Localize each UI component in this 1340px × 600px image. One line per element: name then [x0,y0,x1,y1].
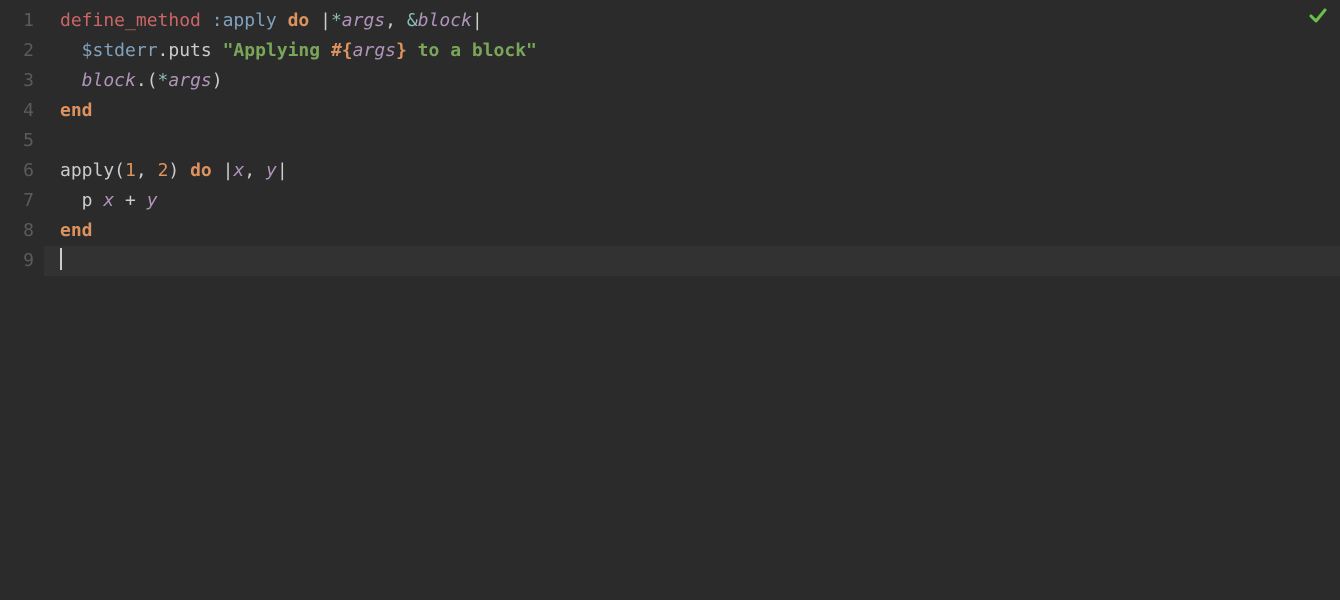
line-number: 3 [0,66,34,96]
code-line[interactable] [60,126,1340,156]
token-param: args [353,40,396,61]
token-number: 1 [125,160,136,181]
line-gutter: 1 2 3 4 5 6 7 8 9 [0,0,44,600]
line-number: 6 [0,156,34,186]
code-line[interactable]: $stderr.puts "Applying #{args} to a bloc… [60,36,1340,66]
token-operator: * [331,10,342,31]
token-plain: | [277,160,288,181]
token-number: 2 [158,160,169,181]
line-number: 8 [0,216,34,246]
token-operator: * [158,70,169,91]
token-global: $stderr [60,40,158,61]
line-number: 5 [0,126,34,156]
token-param: y [147,190,158,211]
token-keyword: end [60,100,93,121]
token-keyword: do [179,160,212,181]
text-cursor [60,248,62,270]
token-plain: apply( [60,160,125,181]
token-plain: + [114,190,147,211]
token-plain: .puts [158,40,212,61]
token-operator: & [407,10,418,31]
token-keyword: end [60,220,93,241]
code-line[interactable]: end [60,96,1340,126]
token-plain: p [60,190,103,211]
code-line[interactable]: block.(*args) [60,66,1340,96]
code-line[interactable]: apply(1, 2) do |x, y| [60,156,1340,186]
token-plain: .( [136,70,158,91]
token-plain: | [472,10,483,31]
token-interp: #{ [331,40,353,61]
token-keyword: do [277,10,310,31]
token-param: block [418,10,472,31]
token-keyword: define_method [60,10,201,31]
line-number: 4 [0,96,34,126]
token-param: x [103,190,114,211]
token-param: block [60,70,136,91]
line-number: 2 [0,36,34,66]
token-plain: , [385,10,407,31]
code-editor[interactable]: 1 2 3 4 5 6 7 8 9 define_method :apply d… [0,0,1340,600]
token-param: args [168,70,211,91]
token-param: args [342,10,385,31]
code-line-current[interactable] [44,246,1340,276]
code-line[interactable]: define_method :apply do |*args, &block| [60,6,1340,36]
token-string: "Applying [212,40,331,61]
token-interp: } [396,40,407,61]
token-plain: , [244,160,266,181]
code-area[interactable]: define_method :apply do |*args, &block| … [44,0,1340,600]
token-plain: ) [168,160,179,181]
token-plain: | [309,10,331,31]
checkmark-icon [1308,6,1328,36]
token-param: y [266,160,277,181]
token-plain: ) [212,70,223,91]
code-line[interactable]: end [60,216,1340,246]
code-line[interactable]: p x + y [60,186,1340,216]
token-string: to a block" [407,40,537,61]
token-plain: , [136,160,158,181]
line-number: 1 [0,6,34,36]
token-plain: | [212,160,234,181]
token-param: x [233,160,244,181]
token-symbol: :apply [201,10,277,31]
line-number: 9 [0,246,34,276]
line-number: 7 [0,186,34,216]
